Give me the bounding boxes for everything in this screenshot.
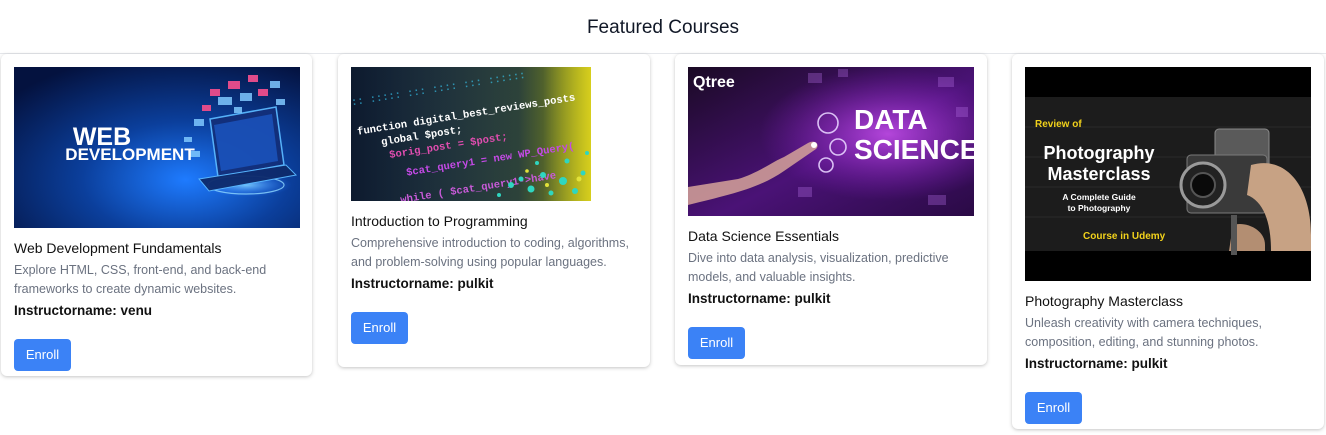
instructor-name: pulkit bbox=[794, 291, 831, 306]
page-title: Featured Courses bbox=[586, 16, 740, 38]
instructor-name: venu bbox=[120, 303, 153, 318]
course-title: Web Development Fundamentals bbox=[14, 240, 222, 256]
course-image-text: Review of bbox=[1035, 119, 1082, 130]
instructor-label: Instructorname: bbox=[1025, 356, 1128, 371]
course-image-text: DEVELOPMENT bbox=[65, 145, 195, 164]
brand-logo-text: Qtree bbox=[693, 74, 735, 91]
course-title: Data Science Essentials bbox=[688, 228, 839, 244]
course-image-text: Photography bbox=[1044, 143, 1155, 163]
instructor-name: pulkit bbox=[457, 276, 494, 291]
course-instructor: Instructorname: pulkit bbox=[1025, 355, 1312, 373]
course-instructor: Instructorname: pulkit bbox=[351, 275, 638, 293]
course-image-text: to Photography bbox=[1068, 203, 1131, 213]
course-card-programming: :::: ::::: ::: :::: ::: :::::: function … bbox=[338, 54, 650, 367]
course-description: Unleash creativity with camera technique… bbox=[1025, 316, 1262, 349]
enroll-button[interactable]: Enroll bbox=[14, 339, 71, 371]
instructor-label: Instructorname: bbox=[14, 303, 117, 318]
page-header: Featured Courses bbox=[0, 0, 1326, 54]
course-instructor: Instructorname: venu bbox=[14, 302, 300, 320]
course-image-text: A Complete Guide bbox=[1062, 192, 1136, 202]
course-title: Photography Masterclass bbox=[1025, 293, 1183, 309]
enroll-button[interactable]: Enroll bbox=[351, 312, 408, 344]
course-image-web-development: WEB DEVELOPMENT bbox=[14, 67, 300, 228]
course-card-web-development: WEB DEVELOPMENT Web Development Fundamen… bbox=[1, 54, 312, 376]
instructor-name: pulkit bbox=[1131, 356, 1168, 371]
course-card-photography: Review of Photography Masterclass A Comp… bbox=[1012, 54, 1324, 429]
course-description: Comprehensive introduction to coding, al… bbox=[351, 236, 629, 269]
enroll-button[interactable]: Enroll bbox=[1025, 392, 1082, 424]
course-image-text: DATA bbox=[854, 104, 928, 135]
enroll-button[interactable]: Enroll bbox=[688, 327, 745, 359]
course-instructor: Instructorname: pulkit bbox=[688, 290, 975, 308]
course-image-text: Course in Udemy bbox=[1083, 231, 1166, 242]
course-description: Explore HTML, CSS, front-end, and back-e… bbox=[14, 263, 267, 296]
instructor-label: Instructorname: bbox=[351, 276, 454, 291]
course-image-programming: :::: ::::: ::: :::: ::: :::::: function … bbox=[351, 67, 591, 201]
course-description: Dive into data analysis, visualization, … bbox=[688, 251, 949, 284]
instructor-label: Instructorname: bbox=[688, 291, 791, 306]
course-image-photography: Review of Photography Masterclass A Comp… bbox=[1025, 67, 1311, 281]
course-card-data-science: Qtree DATA SCIENCE Data Science Essentia… bbox=[675, 54, 987, 365]
course-image-text: SCIENCE bbox=[854, 134, 974, 165]
course-title: Introduction to Programming bbox=[351, 213, 528, 229]
course-image-text: Masterclass bbox=[1047, 164, 1150, 184]
course-image-data-science: Qtree DATA SCIENCE bbox=[688, 67, 974, 216]
